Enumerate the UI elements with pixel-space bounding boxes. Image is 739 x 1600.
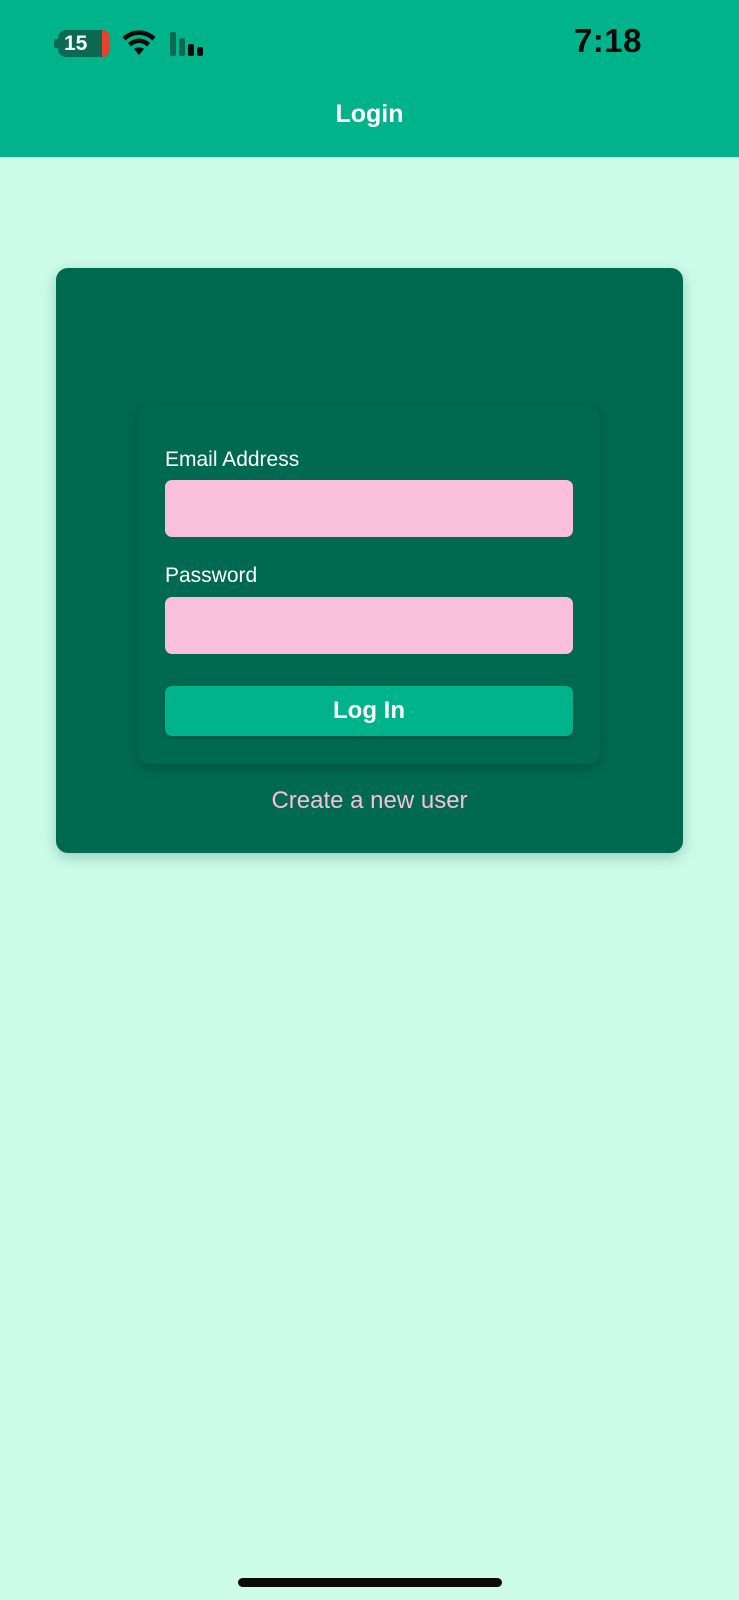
home-indicator[interactable] [238, 1578, 502, 1587]
login-panel: Email Address Password Log In Create a n… [56, 268, 683, 853]
battery-level-text: 15 [64, 32, 88, 55]
status-time: 7:18 [573, 22, 642, 59]
wifi-icon [122, 30, 156, 55]
cellular-signal-icon [170, 32, 203, 56]
password-field[interactable] [165, 597, 573, 654]
page-title: Login [335, 100, 404, 128]
battery-charging-icon: 15 [54, 30, 110, 57]
email-label: Email Address [165, 448, 300, 471]
login-form: Email Address Password Log In [138, 406, 600, 764]
login-button[interactable]: Log In [165, 686, 573, 736]
email-field[interactable] [165, 480, 573, 537]
password-label: Password [165, 564, 258, 587]
create-user-link[interactable]: Create a new user [56, 787, 683, 815]
navigation-header: 15 7:18 Login [0, 0, 739, 157]
